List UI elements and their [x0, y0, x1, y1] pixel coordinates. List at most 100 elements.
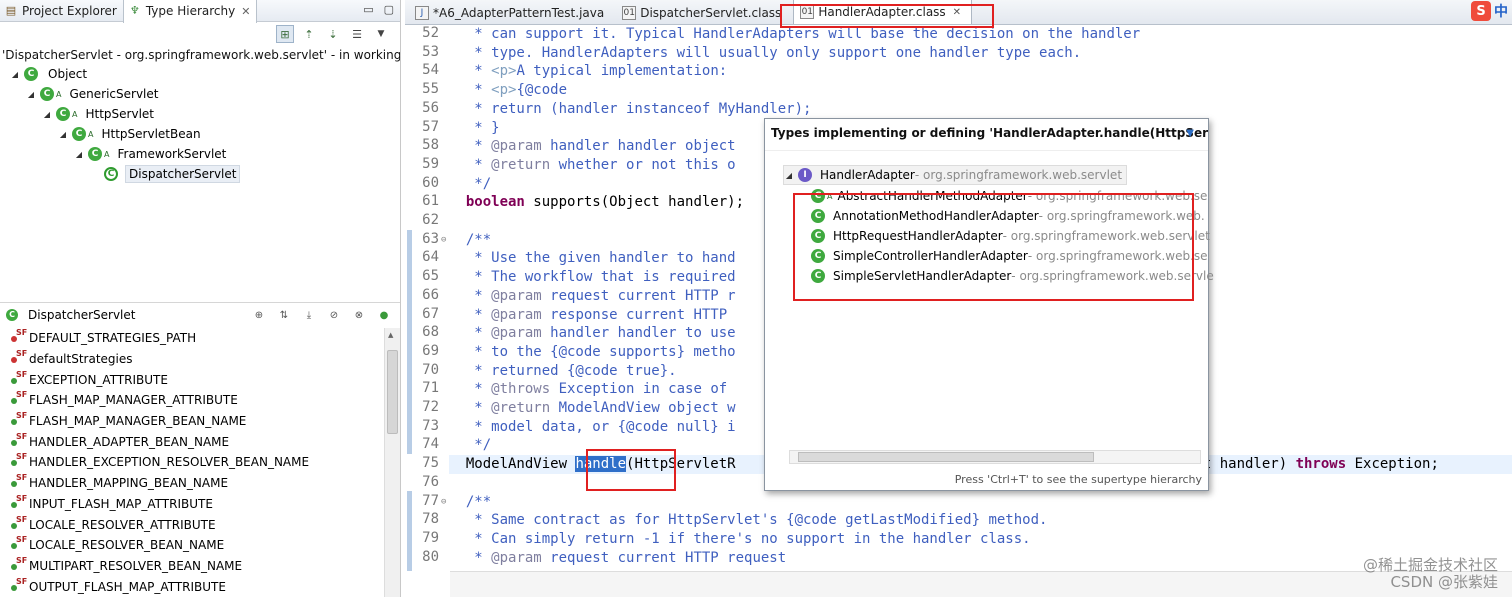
show-subtype-hierarchy-icon[interactable]: ⇣	[324, 25, 342, 43]
list-item[interactable]: SF MULTIPART_RESOLVER_BEAN_NAME	[0, 556, 384, 577]
private-static-final-field-icon: SF	[10, 328, 28, 345]
tree-node-httpservlet[interactable]: ◢ CA HttpServlet	[42, 104, 157, 124]
list-item[interactable]: SF INPUT_FLASH_MAP_ATTRIBUTE	[0, 494, 384, 515]
expanded-arrow-icon[interactable]: ◢	[26, 90, 36, 99]
list-item[interactable]: SF LOCALE_RESOLVER_ATTRIBUTE	[0, 514, 384, 535]
line-number: 70	[422, 361, 439, 378]
list-item[interactable]: SF EXCEPTION_ATTRIBUTE	[0, 369, 384, 390]
code-line[interactable]: /**	[449, 493, 1512, 512]
sort-by-defining-type-icon[interactable]: ⇅	[276, 307, 292, 323]
expanded-arrow-icon[interactable]: ◢	[58, 130, 68, 139]
fold-toggle-icon[interactable]: ⊖	[441, 497, 446, 507]
public-static-final-field-icon: SF	[10, 370, 28, 387]
line-number: 71	[422, 380, 439, 397]
expanded-arrow-icon[interactable]: ◢	[74, 150, 84, 159]
abstract-class-icon: C	[88, 147, 102, 161]
close-icon[interactable]: ✕	[241, 5, 250, 18]
list-item[interactable]: SF HANDLER_MAPPING_BEAN_NAME	[0, 473, 384, 494]
line-number: 62	[422, 212, 439, 228]
popup-footer-hint: Press 'Ctrl+T' to see the supertype hier…	[954, 473, 1202, 486]
scrollbar-thumb[interactable]	[798, 452, 1094, 462]
code-line[interactable]: * type. HandlerAdapters will usually onl…	[449, 44, 1512, 63]
hide-fields-icon[interactable]: ⊘	[326, 307, 342, 323]
tab-type-hierarchy[interactable]: ♆ Type Hierarchy ✕	[122, 0, 258, 23]
line-number: 67	[422, 305, 439, 322]
tree-node-frameworkservlet[interactable]: ◢ CA FrameworkServlet	[74, 144, 229, 164]
scrollbar-thumb[interactable]	[387, 350, 398, 434]
tree-node-label: GenericServlet	[69, 87, 159, 101]
fold-toggle-icon[interactable]: ⊖	[441, 235, 446, 245]
maximize-icon[interactable]: ▢	[384, 3, 394, 16]
tree-node-httpservletbean[interactable]: ◢ CA HttpServletBean	[58, 124, 204, 144]
ime-language-label: 中	[1494, 4, 1508, 20]
line-number: 54	[422, 62, 439, 79]
popup-menu-icon[interactable]: ▼	[1186, 128, 1194, 139]
line-number: 76	[422, 473, 439, 490]
tree-node-label: Object	[48, 67, 88, 81]
tree-node-dispatcherservlet[interactable]: C DispatcherServlet	[104, 164, 241, 184]
tab-label: Type Hierarchy	[145, 4, 236, 18]
hide-static-members-icon[interactable]: ⊗	[351, 307, 367, 323]
abstract-class-icon: C	[56, 107, 70, 121]
expanded-arrow-icon[interactable]: ◢	[42, 110, 52, 119]
history-list-icon[interactable]: ☰	[348, 25, 366, 43]
tab-dispatcherservlet[interactable]: 01 DispatcherServlet.class	[616, 1, 791, 24]
popup-horizontal-scrollbar[interactable]	[789, 450, 1201, 464]
expanded-arrow-icon[interactable]: ◢	[10, 70, 20, 79]
line-number: 72	[422, 399, 439, 415]
lock-view-icon[interactable]: ⤓	[301, 307, 317, 323]
editor-horizontal-scrollbar[interactable]	[450, 571, 1512, 597]
hierarchy-status: 'DispatcherServlet - org.springframework…	[2, 48, 400, 62]
show-supertype-hierarchy-icon[interactable]: ⇡	[300, 25, 318, 43]
hide-non-public-members-icon[interactable]: ●	[376, 307, 392, 323]
show-inherited-members-icon[interactable]: ⊕	[251, 307, 267, 323]
line-number: 56	[422, 99, 439, 116]
type-hierarchy-icon: ♆	[129, 4, 140, 17]
hierarchy-toolbar: ⊞ ⇡ ⇣ ☰ ▼	[0, 22, 400, 46]
code-line[interactable]: * return (handler instanceof MyHandler);	[449, 100, 1512, 119]
list-item[interactable]: SF FLASH_MAP_MANAGER_BEAN_NAME	[0, 411, 384, 432]
list-item[interactable]: SF HANDLER_EXCEPTION_RESOLVER_BEAN_NAME	[0, 452, 384, 473]
tree-node-genericservlet[interactable]: ◢ CA GenericServlet	[26, 84, 161, 104]
list-item[interactable]: SF FLASH_MAP_MANAGER_ATTRIBUTE	[0, 390, 384, 411]
code-line[interactable]: * @param request current HTTP request	[449, 549, 1512, 568]
class-icon: C	[24, 67, 38, 81]
list-item[interactable]: SF HANDLER_ADAPTER_BEAN_NAME	[0, 431, 384, 452]
line-number: 52	[422, 25, 439, 41]
expanded-arrow-icon[interactable]: ◢	[784, 171, 794, 180]
line-number: 64	[422, 249, 439, 266]
line-number: 57	[422, 118, 439, 135]
members-header: C DispatcherServlet ⊕ ⇅ ⤓ ⊘ ⊗ ●	[0, 302, 400, 326]
code-line[interactable]: * Same contract as for HttpServlet's {@c…	[449, 511, 1512, 530]
tab-a6-adapterpatterntest[interactable]: J *A6_AdapterPatternTest.java	[409, 1, 614, 24]
popup-tree-root[interactable]: ◢ I HandlerAdapter - org.springframework…	[783, 165, 1128, 185]
line-number: 53	[422, 43, 439, 60]
annotation-box-implementations	[793, 193, 1194, 301]
tree-node-label: HttpServlet	[85, 107, 154, 121]
code-line[interactable]: * <p>A typical implementation:	[449, 62, 1512, 81]
line-number: 59	[422, 155, 439, 172]
tree-node-label: FrameworkServlet	[117, 147, 227, 161]
view-menu-icon[interactable]: ▼	[372, 25, 390, 43]
line-number: 69	[422, 342, 439, 359]
members-scrollbar[interactable]: ▲	[384, 328, 400, 597]
code-line[interactable]: * Can simply return -1 if there's no sup…	[449, 530, 1512, 549]
list-item[interactable]: SF DEFAULT_STRATEGIES_PATH	[0, 328, 384, 349]
private-static-final-field-icon: SF	[10, 349, 28, 366]
tab-project-explorer[interactable]: ▤ Project Explorer	[0, 0, 123, 22]
list-item[interactable]: SF OUTPUT_FLASH_MAP_ATTRIBUTE	[0, 576, 384, 597]
list-item[interactable]: SF LOCALE_RESOLVER_BEAN_NAME	[0, 535, 384, 556]
left-panel: ▤ Project Explorer ♆ Type Hierarchy ✕ ▭ …	[0, 0, 401, 597]
code-line[interactable]: * <p>{@code	[449, 81, 1512, 100]
list-item[interactable]: SF defaultStrategies	[0, 349, 384, 370]
public-static-final-field-icon: SF	[10, 535, 28, 552]
line-number: 77	[422, 492, 439, 509]
show-type-hierarchy-icon[interactable]: ⊞	[276, 25, 294, 43]
type-name: HandlerAdapter	[820, 168, 915, 182]
minimize-icon[interactable]: ▭	[363, 3, 373, 16]
line-number: 63	[422, 230, 439, 247]
members-toolbar: ⊕ ⇅ ⤓ ⊘ ⊗ ●	[251, 307, 392, 323]
tree-node-object[interactable]: ◢ C Object	[10, 64, 90, 84]
scroll-up-icon[interactable]: ▲	[388, 331, 393, 339]
line-number-gutter: 52 53 54 55 56 57 58 59 60 61 62 63 ⊖ 64 65 66 67 68 69 70 7…	[405, 25, 449, 571]
